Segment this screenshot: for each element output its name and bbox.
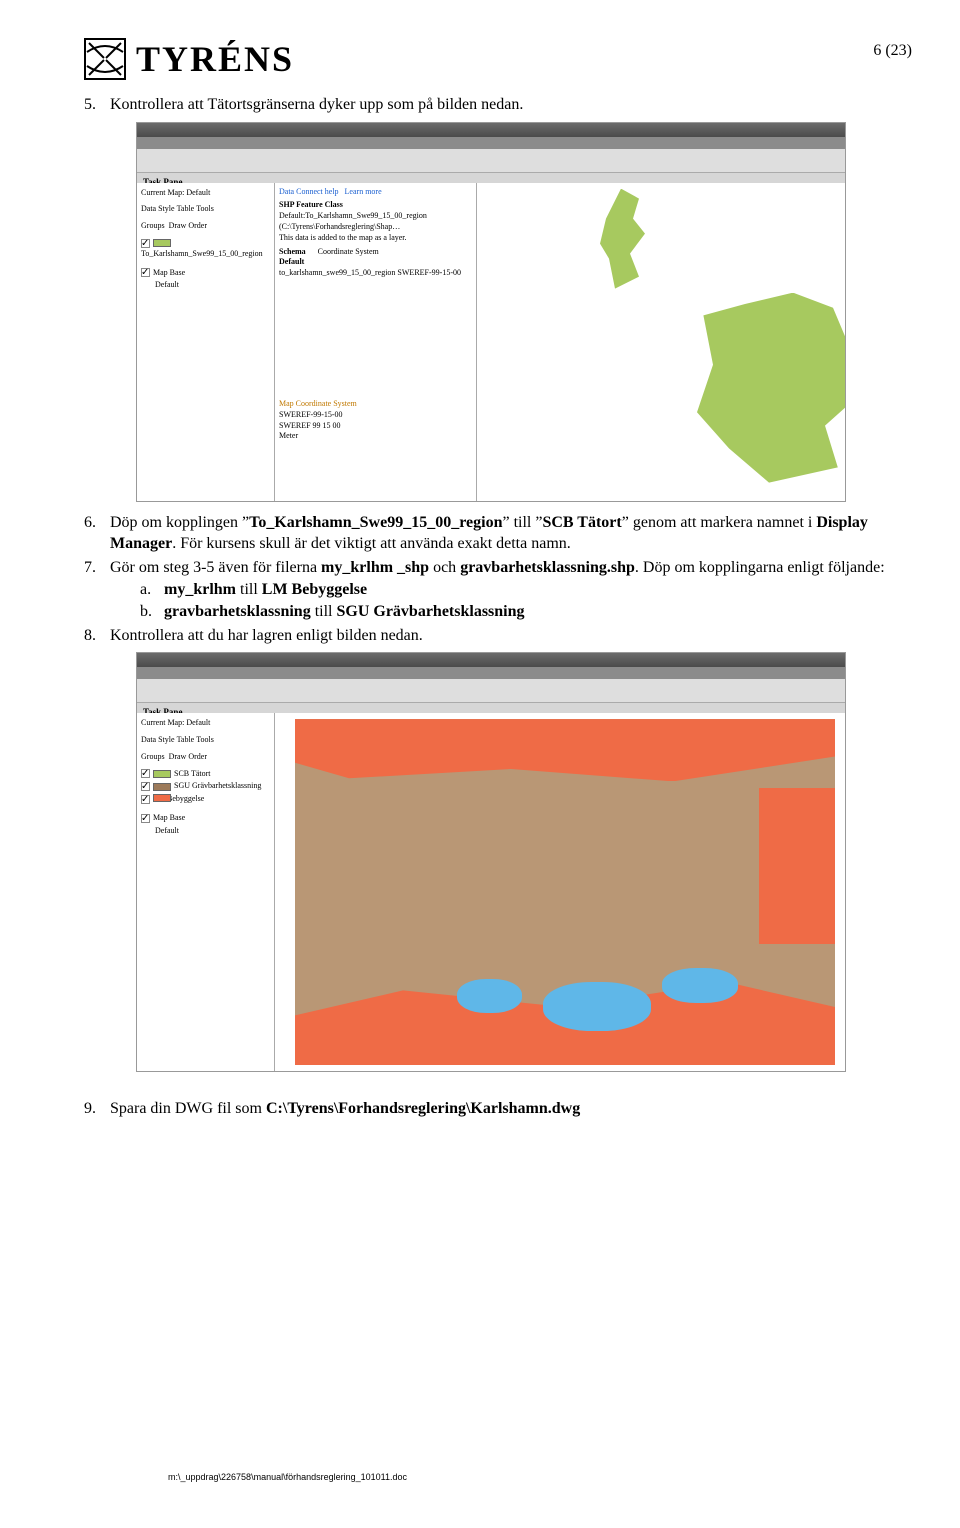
data-connect-panel: Data Connect help Learn more SHP Feature…: [275, 183, 477, 501]
step-9: Spara din DWG fil som C:\Tyrens\Forhands…: [84, 1098, 912, 1120]
window-titlebar: [137, 123, 845, 137]
logo-text: TYRÉNS: [136, 38, 294, 80]
screenshot-1: Task Pane Current Map: Default Data Styl…: [136, 122, 846, 502]
tyrens-logo-icon: [84, 38, 126, 80]
task-pane-2: Current Map: Default Data Style Table To…: [137, 713, 275, 1071]
window-menubar: [137, 137, 845, 149]
footer-file-path: m:\_uppdrag\226758\manual\förhandsregler…: [168, 1472, 407, 1482]
window-toolbars: [137, 149, 845, 173]
page-number: 6 (23): [873, 42, 912, 60]
page-header: TYRÉNS 6 (23): [84, 38, 912, 80]
step-5: Kontrollera att Tätortsgränserna dyker u…: [84, 94, 912, 502]
step-7a: my_krlhm till LM Bebyggelse: [140, 579, 912, 601]
map-canvas: [477, 183, 845, 501]
map-canvas-2: [275, 713, 845, 1071]
window-menubar-2: [137, 667, 845, 679]
logo: TYRÉNS: [84, 38, 294, 80]
screenshot-2: Task Pane Current Map: Default Data Styl…: [136, 652, 846, 1072]
window-titlebar-2: [137, 653, 845, 667]
window-toolbars-2: [137, 679, 845, 703]
step-8: Kontrollera att du har lagren enligt bil…: [84, 625, 912, 1073]
step-6: Döp om kopplingen ”To_Karlshamn_Swe99_15…: [84, 512, 912, 555]
step-5-text: Kontrollera att Tätortsgränserna dyker u…: [110, 96, 523, 113]
document-body: Kontrollera att Tätortsgränserna dyker u…: [84, 94, 912, 1120]
current-map-label: Current Map: Default: [141, 187, 270, 200]
step-7: Gör om steg 3-5 även för filerna my_krlh…: [84, 557, 912, 623]
step-7b: gravbarhetsklassning till SGU Grävbarhet…: [140, 601, 912, 623]
task-pane: Current Map: Default Data Style Table To…: [137, 183, 275, 501]
